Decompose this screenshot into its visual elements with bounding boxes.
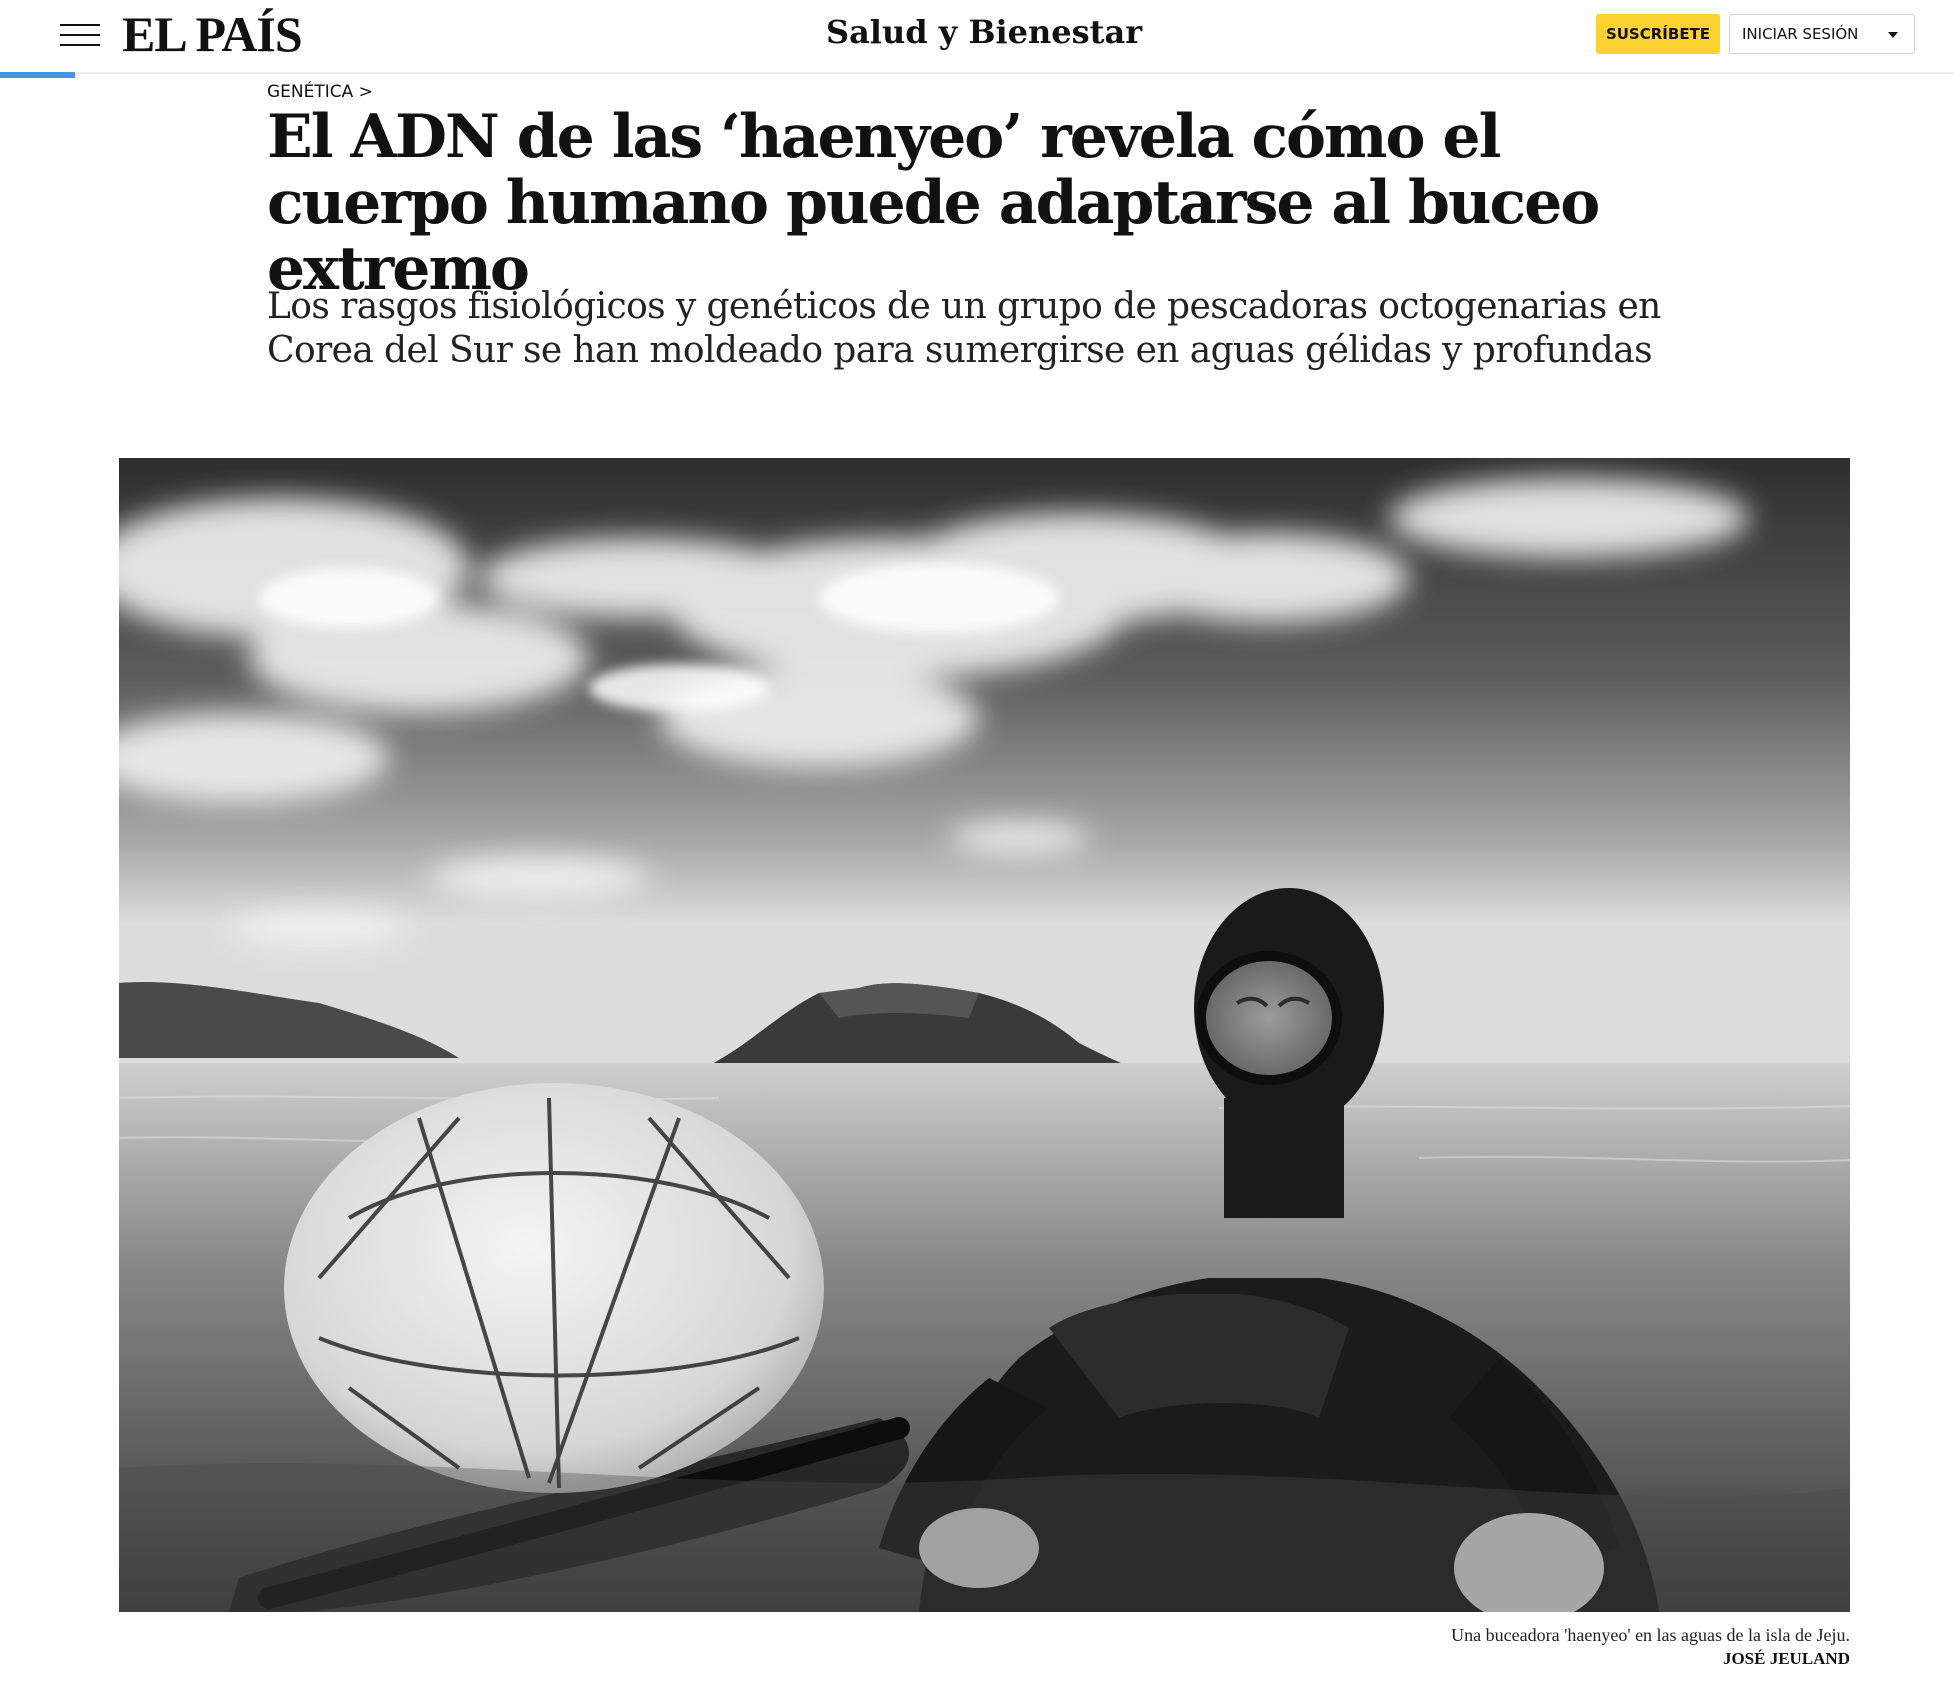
photo-credit: JOSÉ JEULAND (1722, 1649, 1850, 1668)
article-main-photo (119, 458, 1850, 1612)
subscribe-button[interactable]: SUSCRÍBETE (1596, 14, 1720, 54)
article-headline: El ADN de las ‘haenyeo’ revela cómo el c… (267, 102, 1600, 304)
reading-progress-bar (0, 72, 75, 78)
top-navigation-bar: EL PAÍS Salud y Bienestar SUSCRÍBETE INI… (0, 0, 1954, 74)
login-button-label: INICIAR SESIÓN (1742, 25, 1859, 43)
breadcrumb[interactable]: GENÉTICA > (267, 80, 373, 104)
photo-caption: Una buceadora 'haenyeo' en las aguas de … (1451, 1625, 1850, 1645)
caret-down-icon (1888, 32, 1898, 38)
login-button[interactable]: INICIAR SESIÓN (1729, 14, 1915, 54)
article-standfirst: Los rasgos fisiológicos y genéticos de u… (267, 286, 1661, 371)
